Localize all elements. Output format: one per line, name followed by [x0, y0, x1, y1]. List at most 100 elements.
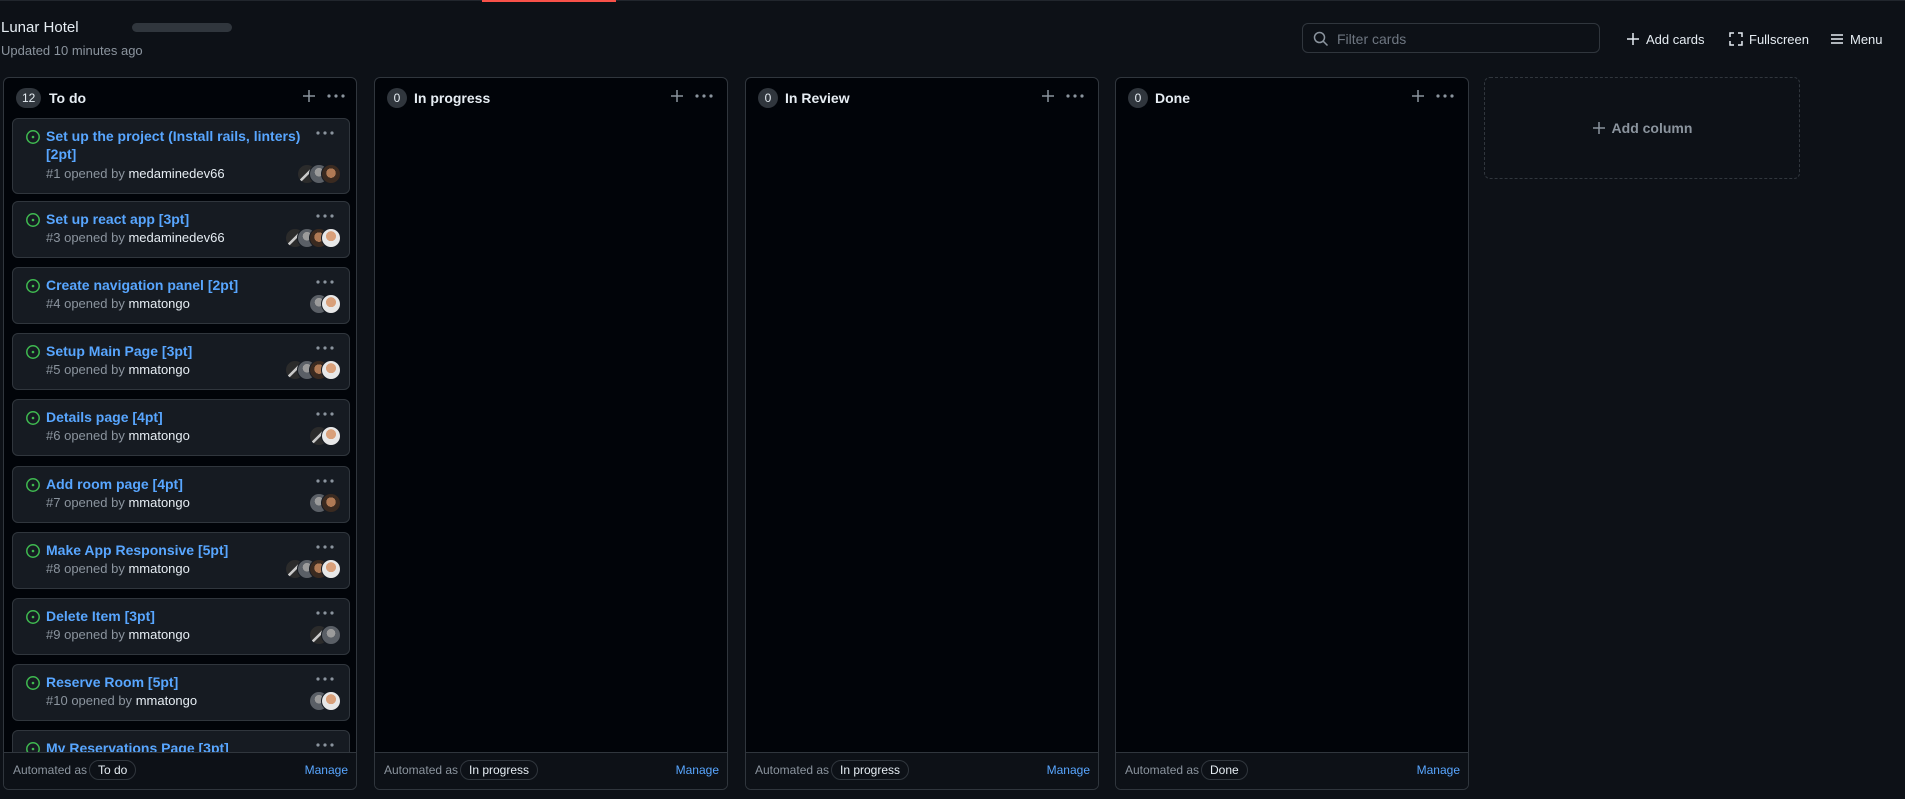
assignee-avatar[interactable] — [321, 360, 341, 380]
card-meta: #5 opened by mmatongo — [46, 362, 190, 377]
assignee-avatar[interactable] — [321, 559, 341, 579]
card-more-icon[interactable] — [315, 540, 335, 554]
add-card-icon[interactable] — [669, 88, 685, 104]
issue-author[interactable]: mmatongo — [136, 693, 197, 708]
opened-by-text: opened by — [64, 296, 125, 311]
issue-author[interactable]: mmatongo — [128, 495, 189, 510]
issue-number: #9 — [46, 627, 61, 642]
manage-automation-link[interactable]: Manage — [305, 763, 348, 777]
issue-title-link[interactable]: Make App Responsive [5pt] — [46, 541, 306, 559]
issue-card[interactable]: Reserve Room [5pt] #10 opened by mmatong… — [12, 664, 350, 721]
add-card-icon[interactable] — [1410, 88, 1426, 104]
issue-number: #1 — [46, 166, 61, 181]
card-meta: #1 opened by medaminedev66 — [46, 166, 225, 181]
card-meta: #7 opened by mmatongo — [46, 495, 190, 510]
card-more-icon[interactable] — [315, 275, 335, 289]
add-cards-button[interactable]: Add cards — [1626, 29, 1705, 49]
issue-title-link[interactable]: Reserve Room [5pt] — [46, 673, 306, 691]
manage-automation-link[interactable]: Manage — [676, 763, 719, 777]
card-more-icon[interactable] — [315, 126, 335, 140]
assignee-avatar[interactable] — [321, 691, 341, 711]
assignees — [309, 493, 341, 513]
filter-cards-input[interactable] — [1335, 24, 1595, 54]
issue-author[interactable]: mmatongo — [128, 362, 189, 377]
issue-title-link[interactable]: Delete Item [3pt] — [46, 607, 306, 625]
issue-card[interactable]: My Reservations Page [3pt] — [12, 730, 350, 754]
fullscreen-button[interactable]: Fullscreen — [1729, 29, 1809, 49]
card-meta: #6 opened by mmatongo — [46, 428, 190, 443]
card-more-icon[interactable] — [315, 341, 335, 355]
issue-title-link[interactable]: Setup Main Page [3pt] — [46, 342, 306, 360]
issue-author[interactable]: mmatongo — [128, 627, 189, 642]
card-more-icon[interactable] — [315, 606, 335, 620]
assignees — [285, 228, 341, 248]
opened-by-text: opened by — [64, 561, 125, 576]
issue-number: #6 — [46, 428, 61, 443]
menu-label: Menu — [1850, 31, 1883, 47]
issue-card[interactable]: Create navigation panel [2pt] #4 opened … — [12, 267, 350, 324]
assignee-avatar[interactable] — [321, 228, 341, 248]
card-more-icon[interactable] — [315, 474, 335, 488]
issue-number: #5 — [46, 362, 61, 377]
issue-card[interactable]: Details page [4pt] #6 opened by mmatongo — [12, 399, 350, 456]
issue-card[interactable]: Delete Item [3pt] #9 opened by mmatongo — [12, 598, 350, 655]
column-2: 0 In Review Automated as In progress Man… — [745, 77, 1099, 790]
assignee-avatar[interactable] — [321, 493, 341, 513]
column-more-icon[interactable] — [694, 88, 714, 104]
automation-label: Automated as — [755, 763, 830, 777]
project-header: Lunar Hotel Updated 10 minutes ago Add c… — [0, 0, 1905, 70]
column-3: 0 Done Automated as Done Manage — [1115, 77, 1469, 790]
add-card-icon[interactable] — [301, 88, 317, 104]
menu-button[interactable]: Menu — [1830, 29, 1883, 49]
issue-author[interactable]: mmatongo — [128, 428, 189, 443]
card-more-icon[interactable] — [315, 672, 335, 686]
assignee-avatar[interactable] — [321, 426, 341, 446]
issue-title-link[interactable]: Create navigation panel [2pt] — [46, 276, 306, 294]
add-column-label: Add column — [1611, 120, 1693, 136]
opened-by-text: opened by — [64, 230, 125, 245]
manage-automation-link[interactable]: Manage — [1047, 763, 1090, 777]
updated-timestamp: Updated 10 minutes ago — [1, 43, 143, 58]
open-issue-icon — [26, 544, 40, 558]
issue-author[interactable]: medaminedev66 — [128, 166, 224, 181]
card-meta: #10 opened by mmatongo — [46, 693, 197, 708]
issue-author[interactable]: mmatongo — [128, 561, 189, 576]
issue-number: #4 — [46, 296, 61, 311]
issue-author[interactable]: mmatongo — [128, 296, 189, 311]
issue-card[interactable]: Setup Main Page [3pt] #5 opened by mmato… — [12, 333, 350, 390]
issue-card[interactable]: Add room page [4pt] #7 opened by mmatong… — [12, 466, 350, 523]
column-more-icon[interactable] — [1435, 88, 1455, 104]
add-column-button[interactable]: Add column — [1484, 77, 1800, 179]
automation-label: Automated as — [13, 763, 88, 777]
column-more-icon[interactable] — [326, 88, 346, 104]
open-issue-icon — [26, 279, 40, 293]
card-more-icon[interactable] — [315, 209, 335, 223]
assignees — [309, 691, 341, 711]
issue-card[interactable]: Set up react app [3pt] #3 opened by meda… — [12, 201, 350, 258]
automation-badge: In progress — [831, 760, 910, 780]
fullscreen-icon — [1729, 32, 1743, 46]
assignee-avatar[interactable] — [321, 625, 341, 645]
manage-automation-link[interactable]: Manage — [1417, 763, 1460, 777]
issue-title-link[interactable]: Set up react app [3pt] — [46, 210, 306, 228]
filter-cards-field[interactable] — [1302, 23, 1600, 54]
issue-card[interactable]: Make App Responsive [5pt] #8 opened by m… — [12, 532, 350, 589]
card-more-icon[interactable] — [315, 407, 335, 421]
card-more-icon[interactable] — [315, 738, 335, 752]
open-issue-icon — [26, 676, 40, 690]
issue-card[interactable]: Set up the project (Install rails, linte… — [12, 118, 350, 194]
open-issue-icon — [26, 130, 40, 144]
assignees — [285, 360, 341, 380]
issue-title-link[interactable]: Add room page [4pt] — [46, 475, 306, 493]
assignee-avatar[interactable] — [321, 164, 341, 184]
column-more-icon[interactable] — [1065, 88, 1085, 104]
card-meta: #9 opened by mmatongo — [46, 627, 190, 642]
plus-icon — [1627, 33, 1639, 45]
issue-title-link[interactable]: Details page [4pt] — [46, 408, 306, 426]
add-cards-label: Add cards — [1646, 31, 1705, 47]
assignee-avatar[interactable] — [321, 294, 341, 314]
add-card-icon[interactable] — [1040, 88, 1056, 104]
card-count-badge: 0 — [387, 88, 407, 108]
issue-author[interactable]: medaminedev66 — [128, 230, 224, 245]
issue-title-link[interactable]: Set up the project (Install rails, linte… — [46, 127, 306, 163]
